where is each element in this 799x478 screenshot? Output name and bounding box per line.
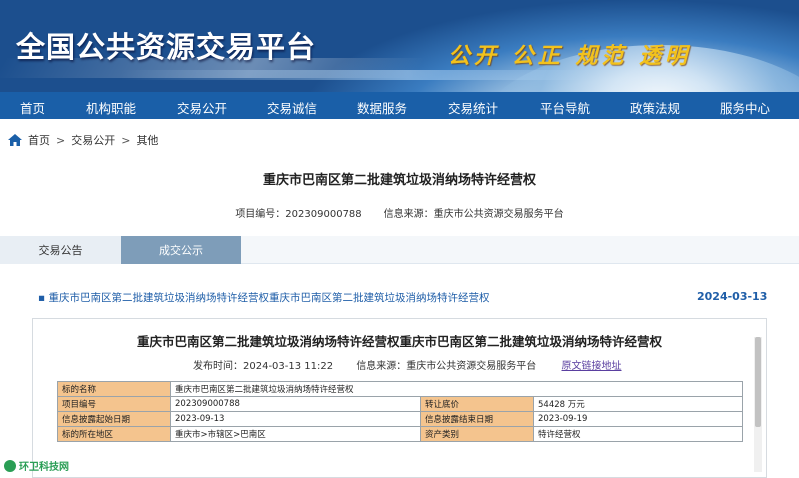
notice-link[interactable]: ▪ 重庆市巴南区第二批建筑垃圾消纳场特许经营权重庆市巴南区第二批建筑垃圾消纳场特… (38, 290, 489, 305)
main-nav: 首页 机构职能 交易公开 交易诚信 数据服务 交易统计 平台导航 政策法规 服务… (0, 92, 799, 119)
nav-item-institution[interactable]: 机构职能 (86, 98, 136, 117)
site-title[interactable]: 全国公共资源交易平台 (16, 24, 316, 66)
table-cell: 特许经营权 (533, 426, 743, 442)
breadcrumb-separator: > (56, 133, 66, 147)
table-cell: 202309000788 (170, 396, 421, 412)
breadcrumb-separator: > (121, 133, 131, 147)
tab-bar: 交易公告 成交公示 (0, 236, 799, 264)
info-table: 标的名称 重庆市巴南区第二批建筑垃圾消纳场特许经营权 项目编号 20230900… (57, 381, 743, 442)
document-panel: 重庆市巴南区第二批建筑垃圾消纳场特许经营权重庆市巴南区第二批建筑垃圾消纳场特许经… (32, 318, 767, 478)
watermark: 环卫科技网 (4, 458, 69, 473)
home-icon[interactable] (8, 134, 22, 146)
table-header-cell: 转让底价 (420, 396, 534, 412)
nav-item-trade-stats[interactable]: 交易统计 (448, 98, 498, 117)
page-title: 重庆市巴南区第二批建筑垃圾消纳场特许经营权 (262, 173, 536, 188)
table-cell: 2023-09-13 (170, 411, 421, 427)
watermark-text: 环卫科技网 (19, 462, 69, 473)
table-header-cell: 信息披露结束日期 (420, 411, 534, 427)
table-row: 项目编号 202309000788 转让底价 54428 万元 (57, 396, 743, 412)
table-cell: 54428 万元 (533, 396, 743, 412)
watermark-logo-icon (4, 459, 16, 472)
nav-item-trade-public[interactable]: 交易公开 (177, 98, 227, 117)
tab-trade-notice[interactable]: 交易公告 (0, 236, 121, 264)
table-cell: 重庆市>市辖区>巴南区 (170, 426, 421, 442)
table-row: 信息披露起始日期 2023-09-13 信息披露结束日期 2023-09-19 (57, 411, 743, 427)
original-link[interactable]: 原文链接地址 (562, 361, 622, 372)
project-number: 项目编号：202309000788 (235, 209, 362, 220)
notice-date: 2024-03-13 (697, 290, 768, 303)
breadcrumb-trade-public[interactable]: 交易公开 (71, 132, 115, 148)
table-cell: 重庆市巴南区第二批建筑垃圾消纳场特许经营权 (170, 381, 743, 397)
site-banner: 全国公共资源交易平台 公开 公正 规范 透明 (0, 0, 799, 92)
document-source: 信息来源：重庆市公共资源交易服务平台 (356, 361, 537, 372)
breadcrumb-other[interactable]: 其他 (136, 132, 158, 148)
nav-item-policy[interactable]: 政策法规 (630, 98, 680, 117)
document-meta: 发布时间：2024-03-13 11:22 信息来源：重庆市公共资源交易服务平台… (193, 357, 622, 372)
table-row: 标的所在地区 重庆市>市辖区>巴南区 资产类别 特许经营权 (57, 426, 743, 442)
table-header-cell: 项目编号 (57, 396, 171, 412)
table-header-cell: 标的名称 (57, 381, 171, 397)
nav-item-platform-nav[interactable]: 平台导航 (540, 98, 590, 117)
table-header-cell: 标的所在地区 (57, 426, 171, 442)
page-meta: 项目编号：202309000788 信息来源：重庆市公共资源交易服务平台 (0, 205, 799, 220)
light-streak (120, 70, 600, 80)
info-source: 信息来源：重庆市公共资源交易服务平台 (383, 209, 564, 220)
scrollbar-thumb[interactable] (755, 337, 761, 427)
tab-deal-publicity[interactable]: 成交公示 (121, 236, 241, 264)
table-header-cell: 资产类别 (420, 426, 534, 442)
document-title: 重庆市巴南区第二批建筑垃圾消纳场特许经营权重庆市巴南区第二批建筑垃圾消纳场特许经… (136, 334, 662, 349)
slogan: 公开 公正 规范 透明 (448, 44, 691, 69)
table-row: 标的名称 重庆市巴南区第二批建筑垃圾消纳场特许经营权 (57, 381, 743, 397)
breadcrumb: 首页 > 交易公开 > 其他 (8, 132, 158, 148)
nav-item-data-service[interactable]: 数据服务 (357, 98, 407, 117)
breadcrumb-home[interactable]: 首页 (28, 132, 50, 148)
nav-item-trade-credit[interactable]: 交易诚信 (267, 98, 317, 117)
table-cell: 2023-09-19 (533, 411, 743, 427)
nav-item-service-center[interactable]: 服务中心 (720, 98, 770, 117)
nav-item-home[interactable]: 首页 (20, 98, 45, 117)
table-header-cell: 信息披露起始日期 (57, 411, 171, 427)
publish-time: 发布时间：2024-03-13 11:22 (193, 361, 334, 372)
scrollbar[interactable] (754, 337, 762, 472)
